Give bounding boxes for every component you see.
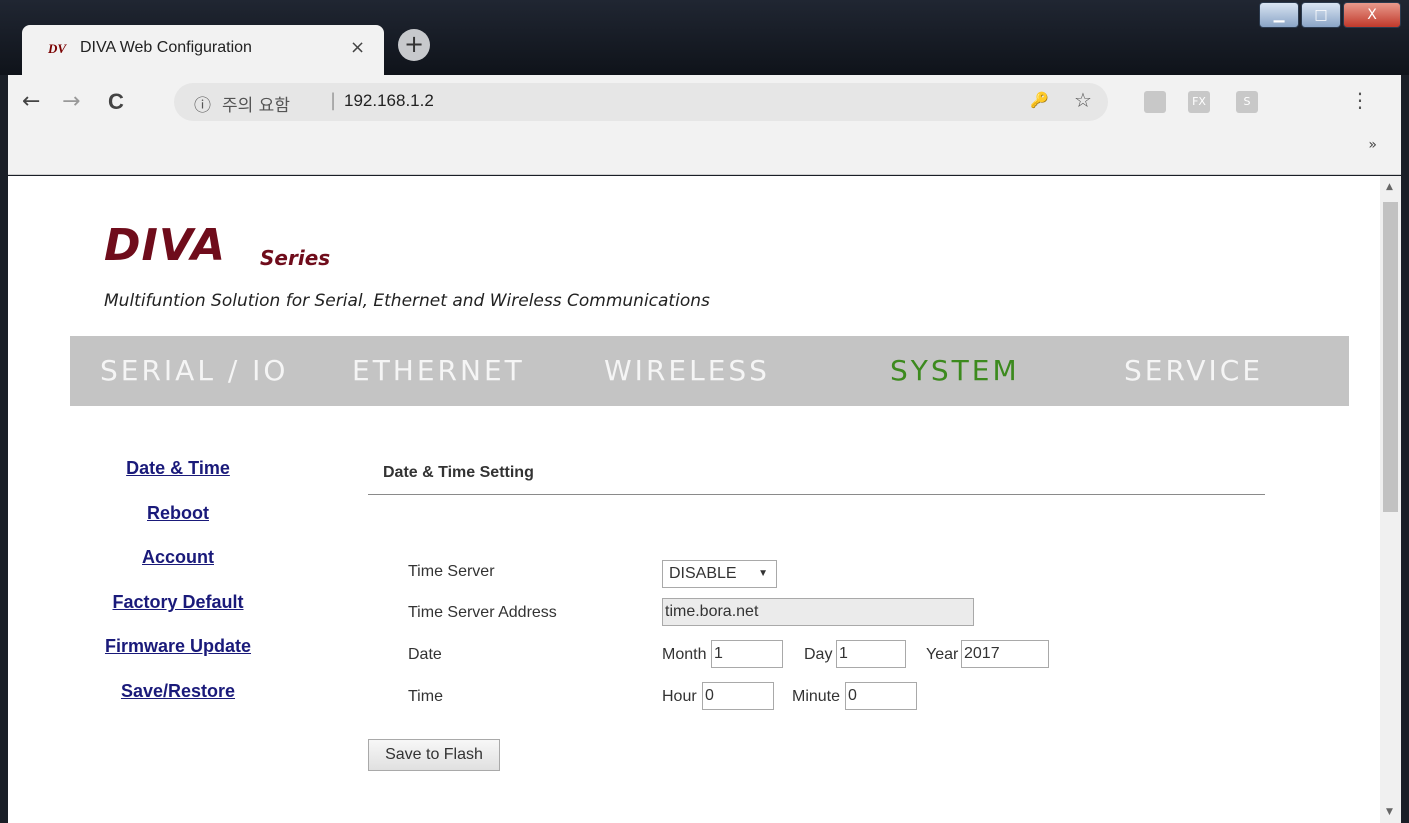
time-server-value: DISABLE [669, 565, 737, 582]
sidebar-link-reboot[interactable]: Reboot [8, 503, 348, 524]
star-icon[interactable]: ☆ [1074, 88, 1092, 112]
window-controls: ▁ □ X [1257, 2, 1401, 30]
bookmarks-overflow-icon[interactable]: » [1368, 137, 1377, 153]
favicon-icon: DV [48, 41, 67, 56]
tab-close-icon[interactable]: × [350, 37, 365, 58]
tagline: Multifuntion Solution for Serial, Ethern… [104, 291, 710, 311]
time-server-select[interactable]: DISABLE ▼ [662, 560, 777, 588]
menu-serial-io[interactable]: SERIAL / IO [100, 354, 288, 387]
save-to-flash-button[interactable]: Save to Flash [368, 739, 500, 771]
browser-tab[interactable]: DV DIVA Web Configuration × [22, 25, 384, 75]
day-label: Day [804, 646, 833, 663]
minute-label: Minute [792, 688, 841, 705]
forward-icon[interactable]: → [62, 89, 80, 114]
maximize-button[interactable]: □ [1301, 2, 1341, 28]
year-input[interactable]: 2017 [961, 640, 1049, 668]
address-bar[interactable]: ⓘ 주의 요함 | 192.168.1.2 [174, 83, 1108, 121]
pdf-extension-icon[interactable] [1144, 91, 1166, 113]
s-extension-icon[interactable]: S [1236, 91, 1258, 113]
hour-input[interactable]: 0 [702, 682, 774, 710]
security-warning: 주의 요함 [222, 96, 290, 116]
month-label: Month [662, 646, 707, 663]
brand-logo: DIVA [104, 220, 227, 271]
vertical-scrollbar[interactable]: ▲ ▼ [1380, 176, 1401, 823]
month-input[interactable]: 1 [711, 640, 783, 668]
title-bar: DV DIVA Web Configuration × + ▁ □ X [0, 0, 1409, 75]
menu-icon[interactable]: ⋮ [1350, 88, 1370, 112]
hour-label: Hour [662, 688, 697, 705]
browser-window: DV DIVA Web Configuration × + ▁ □ X ← → … [0, 0, 1409, 823]
minute-input[interactable]: 0 [845, 682, 917, 710]
tab-title: DIVA Web Configuration [80, 39, 252, 56]
sidebar-link-date-time[interactable]: Date & Time [8, 458, 348, 479]
time-server-address-input[interactable]: time.bora.net [662, 598, 974, 626]
time-server-label: Time Server [408, 563, 495, 580]
omnibox-separator: | [330, 90, 337, 111]
sidebar-link-firmware-update[interactable]: Firmware Update [8, 636, 348, 657]
back-icon[interactable]: ← [22, 89, 40, 114]
menu-wireless[interactable]: WIRELESS [604, 354, 770, 387]
sidebar-link-factory-default[interactable]: Factory Default [8, 592, 348, 613]
scroll-down-icon[interactable]: ▼ [1386, 807, 1393, 817]
time-label: Time [408, 688, 443, 705]
close-window-button[interactable]: X [1343, 2, 1401, 28]
section-title: Date & Time Setting [383, 464, 534, 481]
reload-icon[interactable]: C [108, 89, 124, 115]
info-icon[interactable]: ⓘ [194, 91, 211, 116]
year-label: Year [926, 646, 959, 663]
browser-toolbar: ← → C ⓘ 주의 요함 | 192.168.1.2 🔑 ☆ FX S ⋮ » [8, 75, 1401, 175]
scroll-thumb[interactable] [1383, 202, 1398, 512]
menu-service[interactable]: SERVICE [1124, 354, 1263, 387]
minimize-button[interactable]: ▁ [1259, 2, 1299, 28]
sidebar-link-save-restore[interactable]: Save/Restore [8, 681, 348, 702]
main-menu: SERIAL / IO ETHERNET WIRELESS SYSTEM SER… [70, 336, 1349, 406]
fx-extension-icon[interactable]: FX [1188, 91, 1210, 113]
sidebar-link-account[interactable]: Account [8, 547, 348, 568]
menu-ethernet[interactable]: ETHERNET [352, 354, 525, 387]
page-viewport: DIVA Series Multifuntion Solution for Se… [8, 176, 1401, 823]
dropdown-arrow-icon: ▼ [758, 568, 768, 579]
new-tab-button[interactable]: + [398, 29, 430, 61]
date-label: Date [408, 646, 442, 663]
section-divider [368, 494, 1265, 495]
url-text[interactable]: 192.168.1.2 [344, 91, 434, 111]
menu-system[interactable]: SYSTEM [890, 354, 1020, 387]
scroll-up-icon[interactable]: ▲ [1386, 182, 1393, 192]
brand-subtitle: Series [260, 246, 331, 270]
day-input[interactable]: 1 [836, 640, 906, 668]
key-icon[interactable]: 🔑 [1030, 91, 1049, 109]
time-server-address-label: Time Server Address [408, 604, 557, 621]
